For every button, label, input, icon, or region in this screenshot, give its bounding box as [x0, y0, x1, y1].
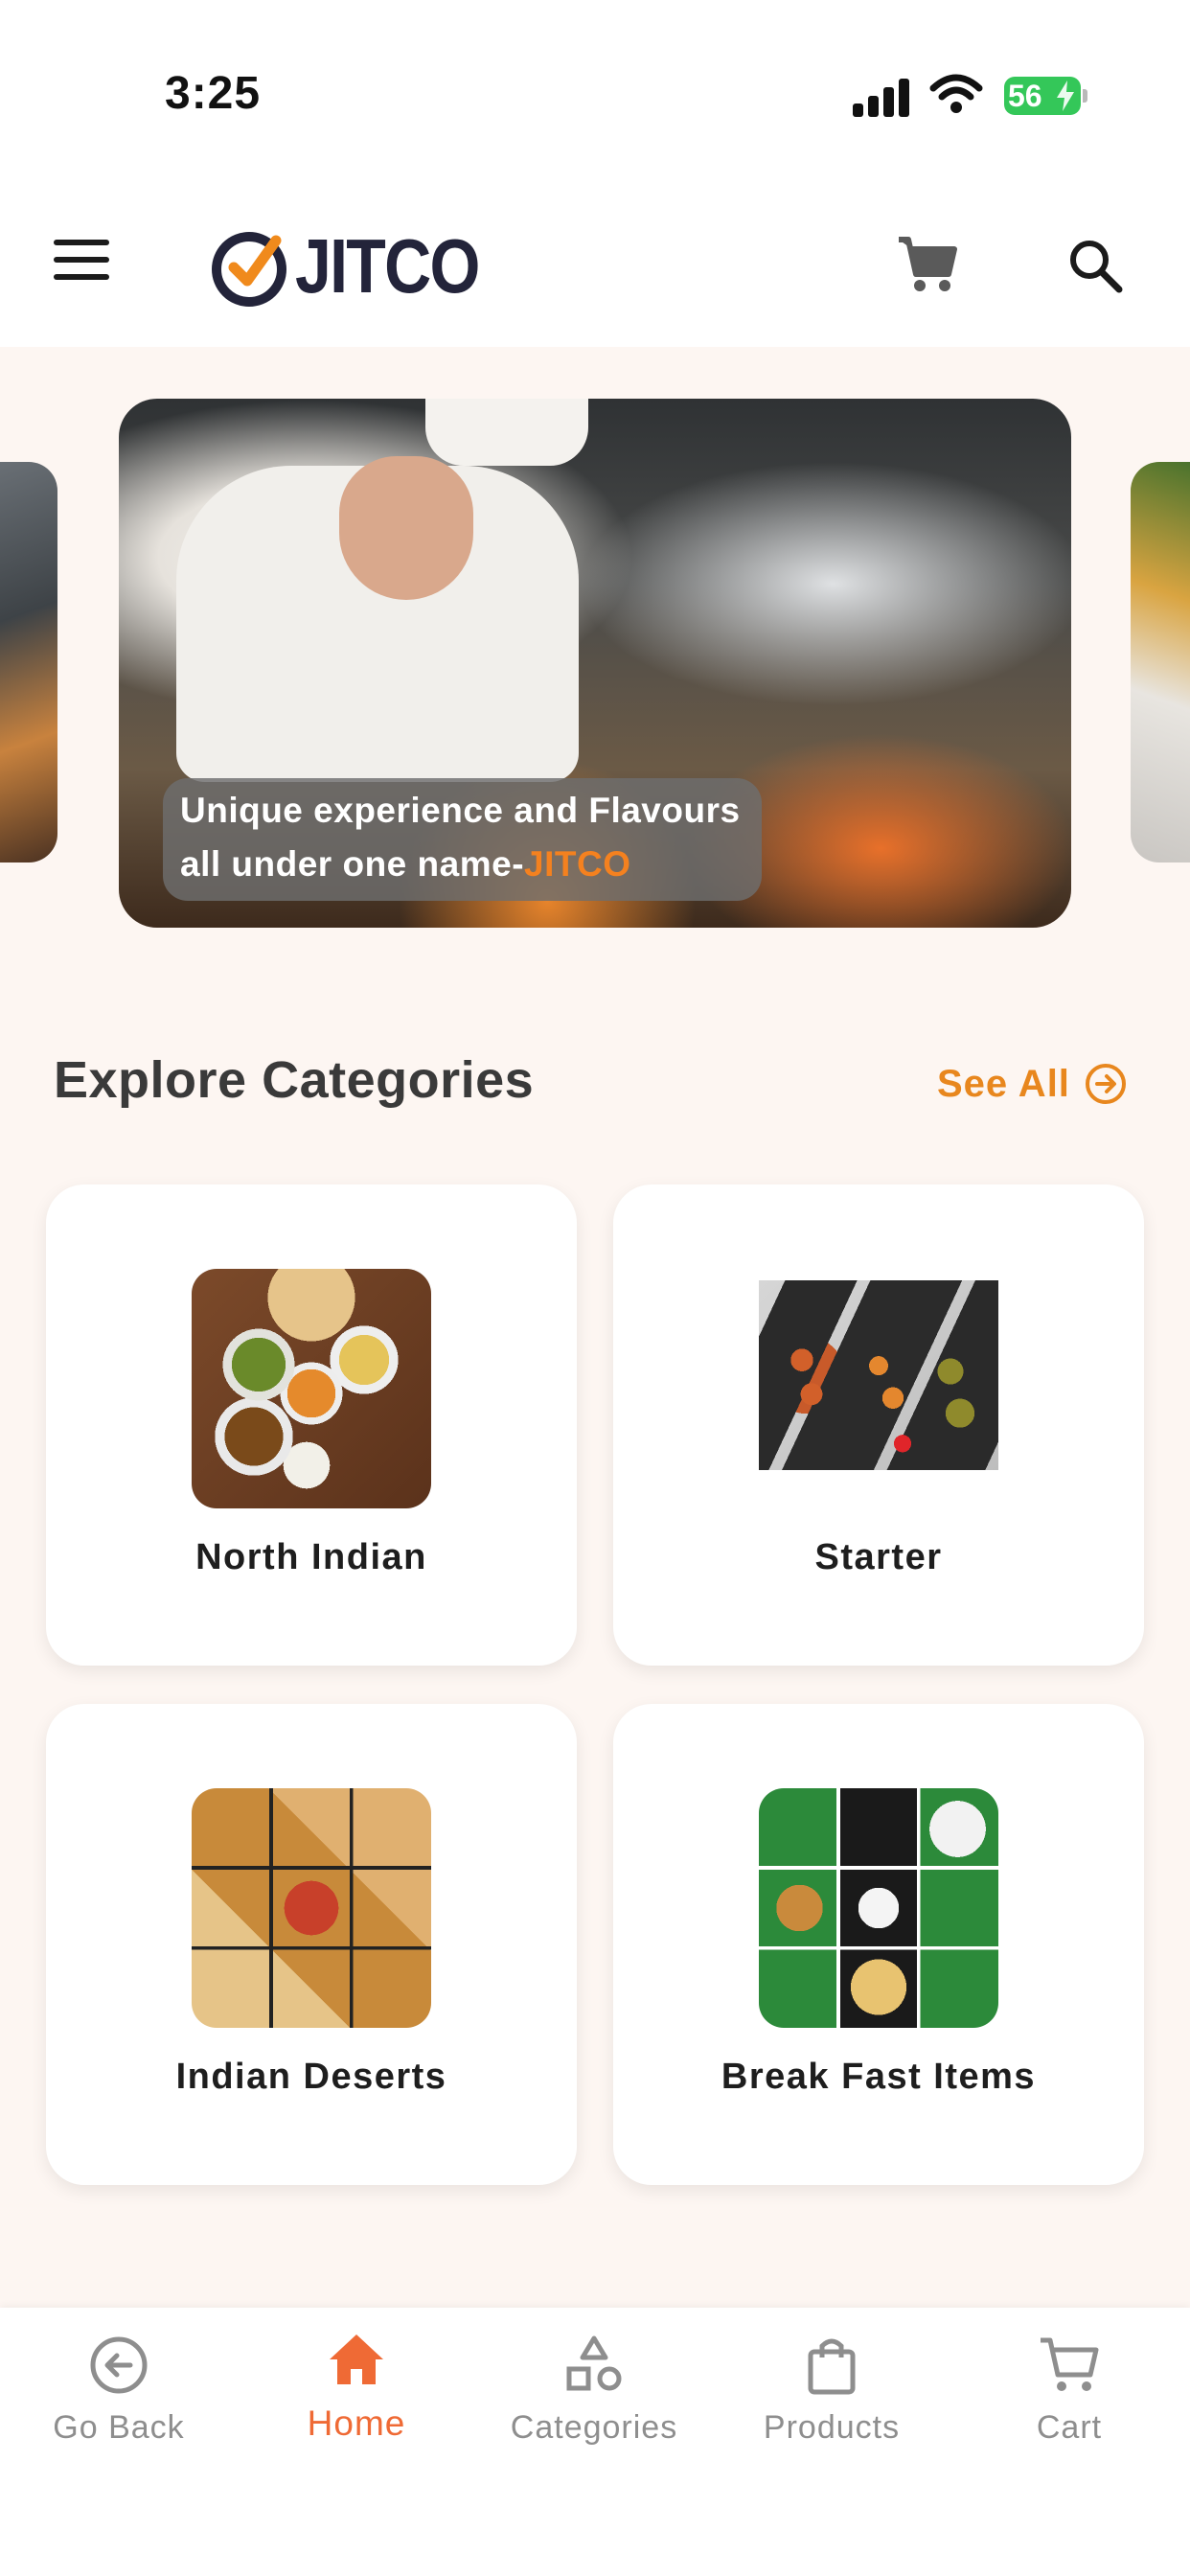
nav-cart[interactable]: Cart [950, 2333, 1188, 2447]
shapes-icon [566, 2335, 622, 2391]
see-all-link[interactable]: See All [937, 1062, 1128, 1106]
category-card-indian-deserts[interactable]: Indian Deserts [46, 1704, 577, 2185]
nav-home[interactable]: Home [238, 2327, 475, 2444]
cart-icon [1041, 2337, 1099, 2391]
banner-caption-line2: all under one name- [180, 844, 525, 884]
break-fast-items-image [759, 1788, 998, 2028]
carousel-prev-slide[interactable] [0, 462, 57, 862]
battery-icon: 56 [1004, 77, 1087, 115]
charging-bolt-icon [1057, 80, 1074, 111]
banner-carousel[interactable]: Unique experience and Flavours all under… [0, 393, 1190, 930]
status-bar: 3:25 56 [0, 0, 1190, 182]
nav-products[interactable]: Products [713, 2333, 950, 2447]
nav-go-back[interactable]: Go Back [0, 2333, 238, 2447]
status-time: 3:25 [165, 68, 262, 119]
nav-label: Cart [1036, 2409, 1103, 2446]
category-card-starter[interactable]: Starter [613, 1184, 1144, 1666]
banner-caption: Unique experience and Flavours all under… [163, 778, 762, 901]
category-card-break-fast-items[interactable]: Break Fast Items [613, 1704, 1144, 2185]
back-arrow-circle-icon [90, 2336, 148, 2394]
arrow-right-circle-icon [1085, 1064, 1126, 1104]
logo-check-icon [212, 232, 286, 307]
cellular-signal-icon [853, 77, 910, 117]
category-label: North Indian [195, 1537, 427, 1577]
shopping-bag-icon [808, 2338, 856, 2395]
wifi-icon [929, 74, 983, 113]
carousel-next-slide[interactable] [1131, 462, 1190, 862]
bottom-nav: Go Back Home Categories Products Cart [0, 2308, 1190, 2576]
see-all-label: See All [937, 1062, 1070, 1105]
starter-image [759, 1280, 998, 1470]
banner-slide[interactable]: Unique experience and Flavours all under… [119, 399, 1071, 928]
battery-level: 56 [1008, 79, 1042, 113]
app-header: JITCO [0, 182, 1190, 347]
category-card-north-indian[interactable]: North Indian [46, 1184, 577, 1666]
home-icon [330, 2334, 383, 2384]
indian-deserts-image [192, 1788, 431, 2028]
nav-categories[interactable]: Categories [475, 2333, 713, 2447]
north-indian-image [192, 1269, 431, 1508]
banner-caption-brand: JITCO [524, 844, 631, 884]
logo[interactable]: JITCO [209, 218, 512, 314]
logo-text: JITCO [295, 223, 480, 309]
nav-label: Products [763, 2409, 901, 2446]
category-label: Indian Deserts [175, 2057, 447, 2097]
nav-label: Go Back [53, 2409, 185, 2446]
nav-label: Categories [510, 2409, 678, 2446]
section-title: Explore Categories [54, 1051, 535, 1109]
banner-caption-line1: Unique experience and Flavours [180, 791, 741, 830]
cart-icon[interactable] [895, 232, 960, 297]
nav-label: Home [307, 2404, 406, 2443]
category-label: Break Fast Items [721, 2057, 1037, 2097]
menu-icon[interactable] [54, 240, 111, 282]
category-label: Starter [814, 1537, 943, 1577]
search-icon[interactable] [1067, 238, 1123, 293]
